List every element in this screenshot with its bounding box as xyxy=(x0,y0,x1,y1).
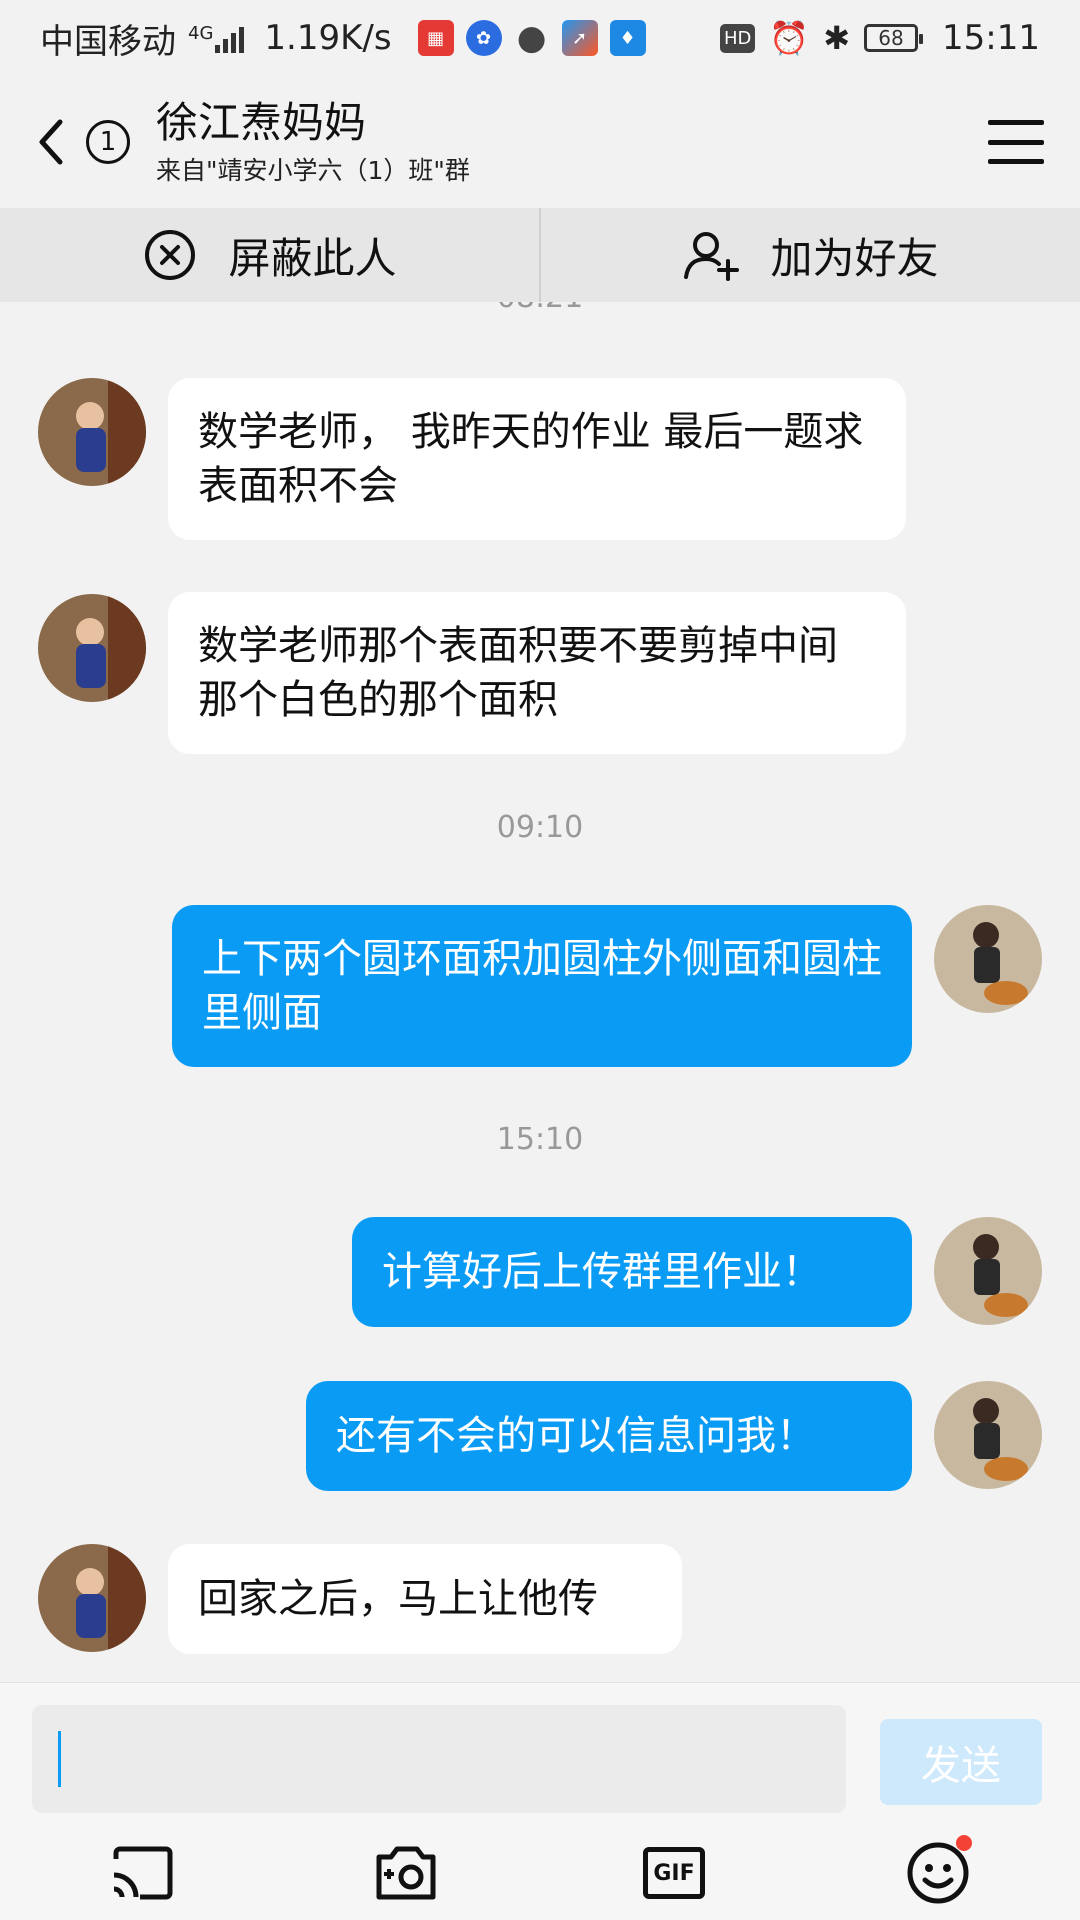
message-text: 计算好后上传群里作业！ xyxy=(382,1249,822,1295)
chat-header: 1 徐江焘妈妈 来自"靖安小学六（1）班"群 xyxy=(0,76,1080,208)
send-label: 发送 xyxy=(921,1743,1001,1789)
hamburger-icon xyxy=(988,120,1044,125)
network-icon: 4G xyxy=(188,23,245,53)
child-avatar-icon xyxy=(38,594,146,702)
avatar[interactable] xyxy=(38,1544,146,1652)
composer: 发送 GIF xyxy=(0,1682,1080,1920)
gif-button[interactable]: GIF xyxy=(634,1833,714,1913)
message-bubble-incoming[interactable]: 数学老师那个表面积要不要剪掉中间那个白色的那个面积 xyxy=(168,592,906,754)
net-speed: 1.19K/s xyxy=(264,18,392,58)
message-text: 数学老师那个表面积要不要剪掉中间那个白色的那个面积 xyxy=(198,623,838,723)
menu-button[interactable] xyxy=(988,120,1044,164)
chevron-left-icon xyxy=(39,119,63,165)
network-type: 4G xyxy=(188,23,214,44)
message-bubble-outgoing[interactable]: 上下两个圆环面积加圆柱外侧面和圆柱里侧面 xyxy=(172,905,912,1067)
back-button[interactable] xyxy=(36,115,72,169)
add-friend-label: 加为好友 xyxy=(770,233,939,283)
avatar[interactable] xyxy=(934,1381,1042,1489)
app-notification-icon: ▦ xyxy=(417,20,454,56)
cast-icon xyxy=(113,1846,173,1900)
block-icon xyxy=(145,230,196,280)
gif-icon: GIF xyxy=(643,1847,705,1899)
camera-button[interactable] xyxy=(366,1833,446,1913)
hd-icon: HD xyxy=(719,23,756,53)
avatar[interactable] xyxy=(934,905,1042,1013)
shield-icon: ♦ xyxy=(609,20,646,56)
status-bar: 中国移动 4G 1.19K/s ▦ ✿ ● ➚ ♦ HD ⏰ ✱ 68 15:1… xyxy=(0,0,1080,76)
message-icon: ● xyxy=(516,18,547,58)
timestamp: 15:10 xyxy=(496,1122,584,1157)
message-text: 数学老师， 我昨天的作业 最后一题求表面积不会 xyxy=(198,409,864,509)
unread-badge: 1 xyxy=(86,120,130,164)
message-bubble-outgoing[interactable]: 还有不会的可以信息问我！ xyxy=(306,1381,912,1491)
bluetooth-icon: ✱ xyxy=(823,19,851,57)
emoji-button[interactable] xyxy=(898,1833,978,1913)
timestamp: 09:10 xyxy=(496,810,584,845)
baidu-icon: ✿ xyxy=(465,20,502,56)
camera-icon xyxy=(376,1846,436,1900)
avatar[interactable] xyxy=(934,1217,1042,1325)
carrier-label: 中国移动 xyxy=(40,21,176,62)
message-bubble-outgoing[interactable]: 计算好后上传群里作业！ xyxy=(352,1217,912,1327)
user-avatar-icon xyxy=(934,1217,1042,1325)
group-source: 来自"靖安小学六（1）班"群 xyxy=(156,156,470,185)
child-avatar-icon xyxy=(38,378,146,486)
avatar[interactable] xyxy=(38,378,146,486)
block-user-button[interactable]: 屏蔽此人 xyxy=(0,208,539,302)
message-bubble-incoming[interactable]: 数学老师， 我昨天的作业 最后一题求表面积不会 xyxy=(168,378,906,540)
gif-label: GIF xyxy=(653,1860,695,1886)
clock: 15:11 xyxy=(942,18,1040,58)
page-title: 徐江焘妈妈 xyxy=(156,98,367,147)
alarm-icon: ⏰ xyxy=(769,19,810,57)
message-text: 上下两个圆环面积加圆柱外侧面和圆柱里侧面 xyxy=(202,936,882,1036)
battery-level: 68 xyxy=(878,26,904,50)
screen-cast-button[interactable] xyxy=(102,1833,182,1913)
battery-icon: 68 xyxy=(864,24,924,52)
block-label: 屏蔽此人 xyxy=(228,233,397,283)
message-text: 回家之后，马上让他传 xyxy=(198,1576,598,1622)
user-avatar-icon xyxy=(934,1381,1042,1489)
browser-icon: ➚ xyxy=(561,20,598,56)
text-caret xyxy=(58,1731,61,1787)
send-button[interactable]: 发送 xyxy=(880,1719,1042,1805)
message-text: 还有不会的可以信息问我！ xyxy=(336,1413,816,1459)
notification-dot xyxy=(956,1835,972,1851)
add-user-icon xyxy=(684,232,740,281)
stranger-action-bar: 屏蔽此人 加为好友 xyxy=(0,208,1080,302)
unread-count: 1 xyxy=(99,127,117,157)
message-input[interactable] xyxy=(32,1705,846,1813)
user-avatar-icon xyxy=(934,905,1042,1013)
message-bubble-incoming[interactable]: 回家之后，马上让他传 xyxy=(168,1544,682,1654)
add-friend-button[interactable]: 加为好友 xyxy=(539,208,1080,302)
avatar[interactable] xyxy=(38,594,146,702)
child-avatar-icon xyxy=(38,1544,146,1652)
timestamp: 08:21 xyxy=(0,302,1080,320)
message-list[interactable]: 08:21 数学老师， 我昨天的作业 最后一题求表面积不会 数学老师那个表面积要… xyxy=(0,302,1080,1682)
